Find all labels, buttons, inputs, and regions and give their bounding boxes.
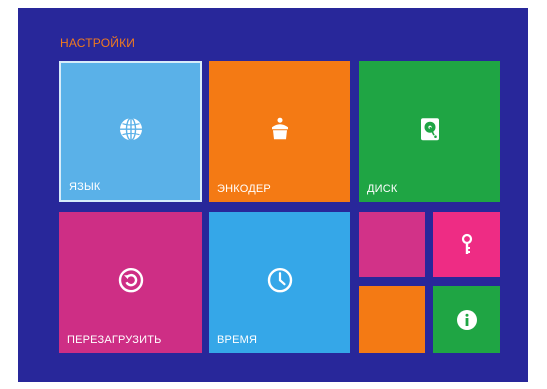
reboot-icon [118, 267, 143, 292]
time-label: ВРЕМЯ [217, 334, 258, 346]
encoder-tile[interactable]: ЭНКОДЕР [209, 61, 350, 202]
reboot-tile[interactable]: ПЕРЕЗАГРУЗИТЬ [59, 212, 202, 353]
reboot-label: ПЕРЕЗАГРУЗИТЬ [67, 334, 162, 346]
encoder-label: ЭНКОДЕР [217, 183, 271, 195]
key-icon [461, 233, 472, 254]
key-tile[interactable] [433, 212, 500, 277]
language-tile[interactable]: ЯЗЫК [59, 61, 202, 202]
blank-orange-tile[interactable] [359, 286, 425, 353]
encoder-icon [271, 117, 288, 139]
page-title: НАСТРОЙКИ [60, 36, 136, 50]
settings-screen: НАСТРОЙКИ ЯЗЫК ЭНКОДЕР ДИСК ПЕРЕЗАГРУЗИТ… [18, 8, 528, 382]
info-icon [456, 309, 477, 330]
clock-icon [267, 267, 292, 292]
globe-icon [119, 116, 142, 141]
disk-tile[interactable]: ДИСК [359, 61, 500, 202]
info-tile[interactable] [433, 286, 500, 353]
time-tile[interactable]: ВРЕМЯ [209, 212, 350, 353]
disk-label: ДИСК [367, 183, 398, 195]
language-label: ЯЗЫК [69, 181, 101, 193]
blank-pink-tile[interactable] [359, 212, 425, 277]
hard-drive-icon [420, 117, 439, 140]
